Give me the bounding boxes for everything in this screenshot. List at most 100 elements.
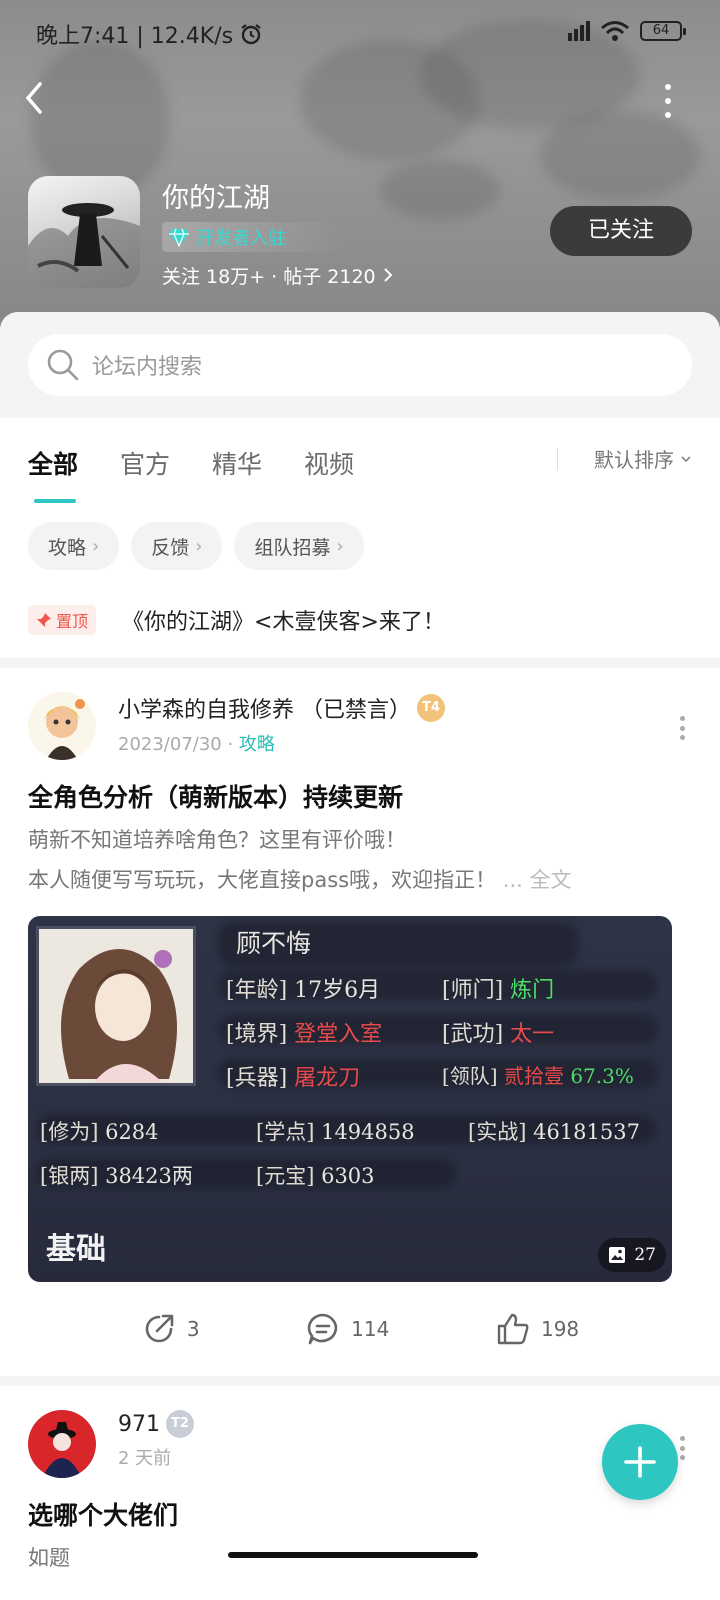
chevron-right-icon: › (195, 535, 203, 557)
sort-label: 默认排序 (594, 448, 674, 472)
developer-badge[interactable]: 开发者入驻 (162, 222, 346, 252)
sort-divider (557, 448, 558, 470)
image-caption: 基础 (46, 1232, 106, 1267)
home-indicator[interactable] (228, 1552, 478, 1558)
post-more-button[interactable] (678, 716, 686, 740)
stat-value: 太一 (510, 1022, 555, 1047)
search-icon (47, 349, 79, 381)
author-name-row: 971 T2 (118, 1410, 194, 1438)
image-count: 27 (634, 1245, 656, 1265)
stat-label: [修为] (40, 1120, 99, 1144)
post-excerpt: 如题 (28, 1538, 692, 1578)
post-title: 全角色分析（萌新版本）持续更新 (28, 783, 404, 812)
comment-button[interactable]: 114 (305, 1311, 389, 1347)
stat-sect: [师门] 炼门 (442, 972, 554, 1004)
author-name[interactable]: 小学森的自我修养 （已禁言） (118, 692, 411, 724)
post-image[interactable]: 顾不悔 [年龄] 17岁6月 [师门] 炼门 [境界] 登堂入室 [武功] 太一… (28, 916, 672, 1282)
chevron-down-icon (681, 455, 691, 462)
stat-value: 登堂入室 (294, 1022, 383, 1047)
post-author-row: 小学森的自我修养 （已禁言） T4 2023/07/30 · 攻略 (28, 668, 692, 760)
stat-ingot: [元宝] 6303 (256, 1160, 375, 1190)
character-portrait (36, 926, 196, 1086)
post-category[interactable]: 攻略 (239, 734, 275, 755)
search-placeholder: 论坛内搜索 (92, 355, 203, 380)
back-button[interactable] (22, 80, 62, 120)
post-meta: 2 天前 (118, 1444, 194, 1470)
tab-all[interactable]: 全部 (28, 445, 78, 503)
stats-text: 关注 18万+ · 帖子 2120 (162, 266, 376, 288)
character-name: 顾不悔 (236, 929, 312, 958)
chevron-right-icon: › (336, 535, 344, 557)
developer-badge-label: 开发者入驻 (196, 228, 286, 249)
stat-value: 1494858 (321, 1120, 415, 1144)
full-text-link[interactable]: ... 全文 (503, 868, 572, 892)
post-author-row: 971 T2 2 天前 (28, 1386, 692, 1486)
excerpt-line-2: 本人随便写写玩玩，大佬直接pass哦，欢迎指正！ ... 全文 (28, 860, 692, 900)
stat-value: 6284 (105, 1120, 159, 1144)
share-count: 3 (186, 1317, 200, 1341)
stat-percent: 67.3% (570, 1064, 634, 1088)
chip-team-recruit[interactable]: 组队招募 › (234, 522, 364, 570)
chevron-right-icon (383, 268, 393, 282)
chip-feedback[interactable]: 反馈 › (131, 522, 223, 570)
stat-team: [领队] 贰拾壹 67.3% (442, 1060, 634, 1089)
stat-realm: [境界] 登堂入室 (226, 1016, 382, 1048)
author-name[interactable]: 971 (118, 1412, 160, 1437)
pin-icon (37, 613, 51, 627)
excerpt-line: 萌新不知道培养啥角色？这里有评价哦！ (28, 828, 406, 852)
signal-icon (568, 21, 590, 41)
stat-study: [学点] 1494858 (256, 1116, 415, 1146)
stat-label: [年龄] (226, 978, 288, 1003)
alarm-icon (241, 24, 261, 45)
level-badge: T4 (417, 694, 445, 722)
pinned-badge-label: 置顶 (56, 612, 89, 631)
status-bar-right: 64 (568, 20, 686, 42)
sort-dropdown[interactable]: 默认排序 (594, 444, 692, 473)
followed-button[interactable]: 已关注 (550, 206, 692, 256)
follow-post-stats[interactable]: 关注 18万+ · 帖子 2120 (162, 262, 394, 289)
tab-featured[interactable]: 精华 (212, 445, 262, 481)
stat-weapon: [兵器] 屠龙刀 (226, 1060, 360, 1092)
stat-value: 屠龙刀 (294, 1066, 361, 1091)
chip-label: 组队招募 (254, 536, 331, 559)
diamond-icon (169, 228, 189, 247)
stat-silver: [银两] 38423两 (40, 1160, 193, 1190)
post-more-button[interactable] (678, 1436, 686, 1460)
stat-value: 贰拾壹 (503, 1064, 564, 1088)
stat-label: [元宝] (256, 1164, 315, 1188)
new-post-button[interactable] (602, 1424, 678, 1500)
tab-video[interactable]: 视频 (304, 445, 354, 481)
chip-guide[interactable]: 攻略 › (28, 522, 120, 570)
game-title: 你的江湖 (162, 183, 270, 214)
author-name-row: 小学森的自我修养 （已禁言） T4 (118, 692, 445, 724)
more-options-button[interactable] (660, 84, 676, 118)
stat-value: 46181537 (533, 1120, 640, 1144)
stat-cultivation: [修为] 6284 (40, 1116, 159, 1146)
stat-value: 17岁6月 (294, 978, 381, 1003)
image-icon (609, 1247, 626, 1263)
excerpt-text: 本人随便写写玩玩，大佬直接pass哦，欢迎指正！ (28, 868, 497, 892)
author-info: 小学森的自我修养 （已禁言） T4 2023/07/30 · 攻略 (118, 692, 445, 760)
forum-content: 论坛内搜索 全部 官方 精华 视频 默认排序 攻略 › 反馈 › 组队招募 › 置顶 … (0, 312, 720, 1600)
image-count-badge: 27 (598, 1238, 666, 1272)
battery-icon: 64 (640, 21, 686, 41)
avatar[interactable] (28, 1410, 96, 1478)
search-input[interactable]: 论坛内搜索 (28, 334, 692, 396)
avatar[interactable] (28, 692, 96, 760)
share-button[interactable]: 3 (141, 1311, 200, 1347)
stat-value: 炼门 (510, 978, 555, 1003)
comment-count: 114 (351, 1317, 390, 1341)
post-date: 2023/07/30 (118, 734, 222, 755)
chevron-right-icon: › (92, 535, 100, 557)
stat-value: 38423两 (105, 1164, 193, 1188)
forum-page: 晚上7:41 | 12.4K/s 64 你的江湖 开发者入驻 关注 18万+ ·… (0, 0, 720, 1600)
thumbs-up-icon (497, 1313, 529, 1345)
stat-age: [年龄] 17岁6月 (226, 972, 380, 1004)
status-time: 晚上7:41 | 12.4K/s (36, 24, 234, 49)
post-item[interactable]: 小学森的自我修养 （已禁言） T4 2023/07/30 · 攻略 全角色分析（… (0, 668, 720, 1376)
pinned-post[interactable]: 置顶 《你的江湖》<木壹侠客>来了！ (0, 582, 720, 658)
stat-skill: [武功] 太一 (442, 1016, 554, 1048)
tab-official[interactable]: 官方 (120, 445, 170, 481)
wifi-icon (601, 21, 629, 41)
like-button[interactable]: 198 (495, 1311, 579, 1347)
